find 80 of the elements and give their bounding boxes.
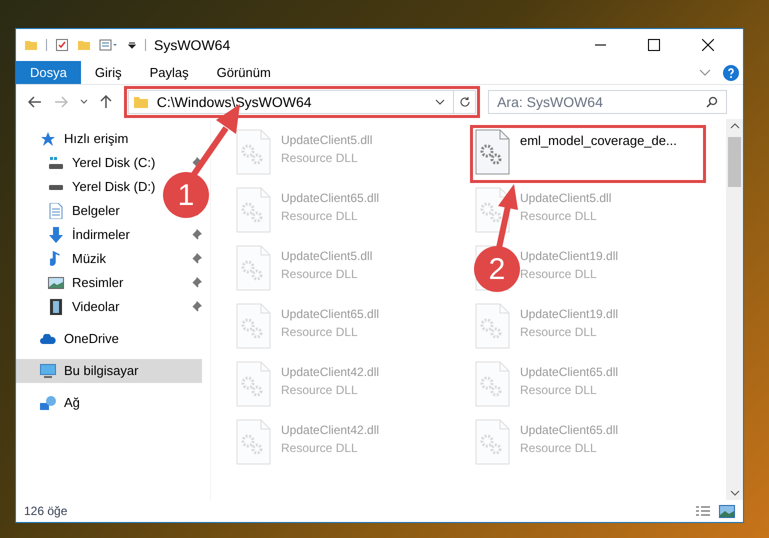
file-name: UpdateClient65.dll bbox=[281, 190, 380, 207]
ribbon-tab[interactable]: Görünüm bbox=[202, 61, 285, 84]
scroll-down-icon[interactable] bbox=[730, 490, 740, 496]
search-input[interactable]: Ara: SysWOW64 bbox=[497, 92, 706, 112]
sidebar-item[interactable]: Yerel Disk (D:) bbox=[16, 175, 160, 199]
pin-icon[interactable] bbox=[190, 277, 202, 289]
pin-icon[interactable] bbox=[190, 229, 202, 241]
ribbon-tab[interactable]: Dosya bbox=[16, 61, 81, 84]
picture-icon bbox=[48, 277, 64, 289]
file-name: UpdateClient19.dll bbox=[520, 248, 618, 265]
scrollbar-thumb[interactable] bbox=[728, 137, 741, 187]
sidebar-item[interactable]: İndirmeler bbox=[16, 223, 134, 247]
ribbon-tab[interactable]: Giriş bbox=[80, 61, 136, 84]
network-icon bbox=[40, 396, 56, 410]
file-name: UpdateClient19.dll bbox=[520, 306, 618, 323]
chevron-down-icon[interactable] bbox=[80, 99, 88, 105]
music-note-icon bbox=[50, 251, 62, 267]
file-type: Resource DLL bbox=[281, 324, 359, 341]
properties-icon[interactable] bbox=[99, 38, 119, 52]
ribbon-tab[interactable]: Paylaş bbox=[136, 61, 203, 84]
drive-icon bbox=[49, 184, 63, 190]
pin-icon[interactable] bbox=[190, 301, 202, 313]
file-name: UpdateClient42.dll bbox=[281, 422, 380, 439]
document-icon bbox=[49, 203, 63, 219]
sidebar-item[interactable]: Belgeler bbox=[16, 199, 124, 223]
help-icon[interactable] bbox=[723, 64, 739, 80]
item-count: 126 öğe bbox=[24, 503, 68, 520]
search-field[interactable]: Ara: SysWOW64 bbox=[488, 90, 727, 114]
film-icon bbox=[50, 299, 62, 315]
sidebar-item[interactable]: Videolar bbox=[16, 295, 124, 319]
checkmark-icon[interactable] bbox=[55, 38, 69, 52]
cloud-icon bbox=[40, 334, 56, 344]
file-name: UpdateClient5.dll bbox=[281, 132, 372, 149]
sidebar-item[interactable]: Müzik bbox=[16, 247, 110, 271]
sidebar-item[interactable]: OneDrive bbox=[16, 327, 123, 351]
file-type: Resource DLL bbox=[281, 266, 359, 283]
minimize-icon bbox=[594, 44, 606, 46]
file-item[interactable]: eml_model_coverage_de... bbox=[470, 125, 706, 183]
sidebar-item[interactable]: Ağ bbox=[16, 391, 84, 415]
file-type: Resource DLL bbox=[281, 208, 359, 225]
up-arrow-icon[interactable] bbox=[100, 95, 112, 109]
scroll-up-icon[interactable] bbox=[730, 123, 740, 129]
close-icon bbox=[702, 39, 714, 51]
file-name: UpdateClient5.dll bbox=[520, 190, 612, 207]
file-name: UpdateClient42.dll bbox=[281, 364, 380, 381]
drive-icon bbox=[49, 157, 63, 169]
scrollbar[interactable] bbox=[726, 119, 743, 500]
file-type: Resource DLL bbox=[281, 382, 359, 399]
file-type: Resource DLL bbox=[520, 266, 598, 283]
file-type: Resource DLL bbox=[281, 440, 359, 457]
address-path: C:\Windows\SysWOW64 bbox=[156, 92, 312, 112]
back-arrow-icon[interactable] bbox=[28, 96, 42, 108]
arrow bbox=[496, 184, 518, 249]
file-name: UpdateClient5.dll bbox=[281, 248, 372, 265]
sidebar-item[interactable]: Bu bilgisayar bbox=[16, 359, 202, 383]
file-name: UpdateClient65.dll bbox=[520, 364, 618, 381]
folder-icon bbox=[132, 95, 149, 109]
file-type: Resource DLL bbox=[520, 382, 598, 399]
dropdown-icon[interactable] bbox=[127, 40, 137, 50]
file-type: Resource DLL bbox=[520, 324, 598, 341]
refresh-icon bbox=[458, 96, 471, 108]
file-type: Resource DLL bbox=[520, 440, 598, 457]
maximize-icon bbox=[648, 39, 660, 51]
large-icons-view-icon[interactable] bbox=[719, 504, 735, 518]
pin-icon[interactable] bbox=[190, 253, 202, 265]
sidebar-item[interactable]: Yerel Disk (C:) bbox=[16, 151, 160, 175]
monitor-icon bbox=[40, 364, 56, 378]
file-name: UpdateClient65.dll bbox=[520, 422, 618, 439]
file-name: eml_model_coverage_de... bbox=[520, 132, 677, 150]
file-type: Resource DLL bbox=[520, 208, 598, 225]
file-name: UpdateClient65.dll bbox=[281, 306, 380, 323]
window-title: SysWOW64 bbox=[154, 36, 230, 55]
sidebar-item[interactable]: Resimler bbox=[16, 271, 128, 295]
search-icon bbox=[706, 96, 718, 108]
sidebar-item[interactable]: Hızlı erişim bbox=[16, 127, 132, 151]
down-arrow-icon bbox=[49, 227, 63, 243]
star-icon bbox=[40, 131, 56, 147]
chevron-down-icon[interactable] bbox=[435, 99, 446, 105]
file-type: Resource DLL bbox=[281, 150, 359, 167]
details-view-icon[interactable] bbox=[695, 505, 711, 517]
